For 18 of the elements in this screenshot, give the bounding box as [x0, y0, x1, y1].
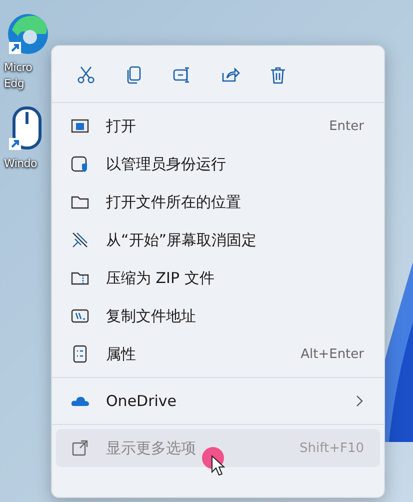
menu-item[interactable]: 打开 Enter — [56, 107, 380, 145]
shortcut-label: Edg — [4, 76, 24, 92]
menu-item[interactable]: 以管理员身份运行 — [56, 145, 380, 183]
shortcut-label: Micro — [4, 60, 32, 76]
expand-icon — [70, 438, 90, 458]
shortcut-text: Alt+Enter — [300, 346, 364, 362]
menu-item[interactable]: 复制文件地址 — [56, 297, 380, 335]
mouse-pointer-icon — [211, 455, 225, 477]
menu-item[interactable]: 压缩为 ZIP 文件 — [56, 259, 380, 297]
shortcut-text: Shift+F10 — [300, 440, 364, 456]
menu-item[interactable]: 打开文件所在的位置 — [56, 183, 380, 221]
menu-item[interactable]: 从“开始”屏幕取消固定 — [56, 221, 380, 259]
shortcut-text: Enter — [329, 118, 364, 134]
shield-window-icon — [70, 154, 90, 174]
menu-item[interactable]: OneDrive — [56, 382, 380, 420]
unpin-icon — [70, 230, 90, 250]
shortcut-label: Windo — [4, 156, 37, 172]
menu-item[interactable]: 属性 Alt+Enter — [56, 335, 380, 373]
